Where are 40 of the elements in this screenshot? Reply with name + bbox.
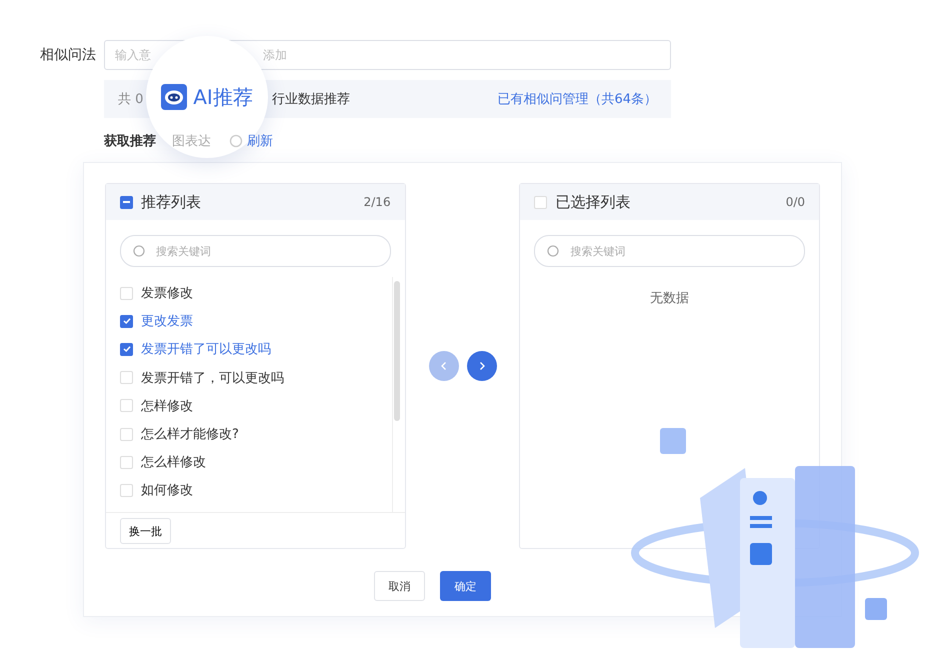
panel-title: 推荐列表 (141, 192, 202, 212)
check-icon (122, 344, 132, 354)
placeholder-text: 添加 (263, 46, 287, 64)
check-icon (122, 316, 132, 326)
refresh-link[interactable]: 刷新 (247, 132, 273, 150)
manage-link[interactable]: 已有相似问管理（共64条） (497, 90, 657, 108)
move-right-button[interactable] (466, 351, 496, 381)
form-label: 相似问法 (40, 46, 94, 64)
empty-text: 无数据 (649, 290, 690, 307)
cancel-button[interactable]: 取消 (374, 571, 425, 601)
confirm-button[interactable]: 确定 (440, 571, 491, 601)
list-item[interactable]: 发票开错了可以更改吗 (141, 340, 271, 358)
placeholder-text: 搜索关键词 (570, 244, 626, 258)
placeholder-text: 输入意 (115, 46, 151, 64)
list-item[interactable]: 如何修改 (141, 481, 193, 500)
chevron-left-icon (438, 361, 448, 371)
checkbox[interactable] (120, 342, 133, 356)
refresh-batch-button[interactable]: 换一批 (120, 518, 171, 544)
ai-label: AI推荐 (193, 84, 253, 110)
count-text: 0/0 (786, 195, 805, 209)
list-item[interactable]: 发票修改 (141, 284, 193, 302)
faded-text: 图表达 (172, 133, 211, 150)
list-item[interactable]: 怎样修改 (141, 396, 193, 415)
placeholder-text: 搜索关键词 (156, 244, 211, 258)
search-icon (133, 244, 146, 258)
refresh-icon[interactable] (229, 134, 243, 148)
count-text: 共 0 (118, 91, 144, 108)
count-text: 2/16 (364, 195, 391, 209)
search-icon (547, 244, 560, 258)
checkbox[interactable] (120, 314, 133, 328)
list-item[interactable]: 发票开错了，可以更改吗 (141, 368, 284, 387)
scrollbar-thumb[interactable] (394, 281, 400, 421)
fetch-label: 获取推荐 (104, 133, 156, 150)
robot-icon (161, 84, 188, 110)
list-item[interactable]: 怎么样修改 (141, 453, 206, 472)
list-item[interactable]: 更改发票 (141, 312, 193, 330)
checkbox[interactable] (120, 196, 133, 208)
panel-title: 已选择列表 (555, 192, 632, 212)
source-text: 行业数据推荐 (272, 91, 350, 108)
list-item[interactable]: 怎么样才能修改? (141, 425, 239, 444)
